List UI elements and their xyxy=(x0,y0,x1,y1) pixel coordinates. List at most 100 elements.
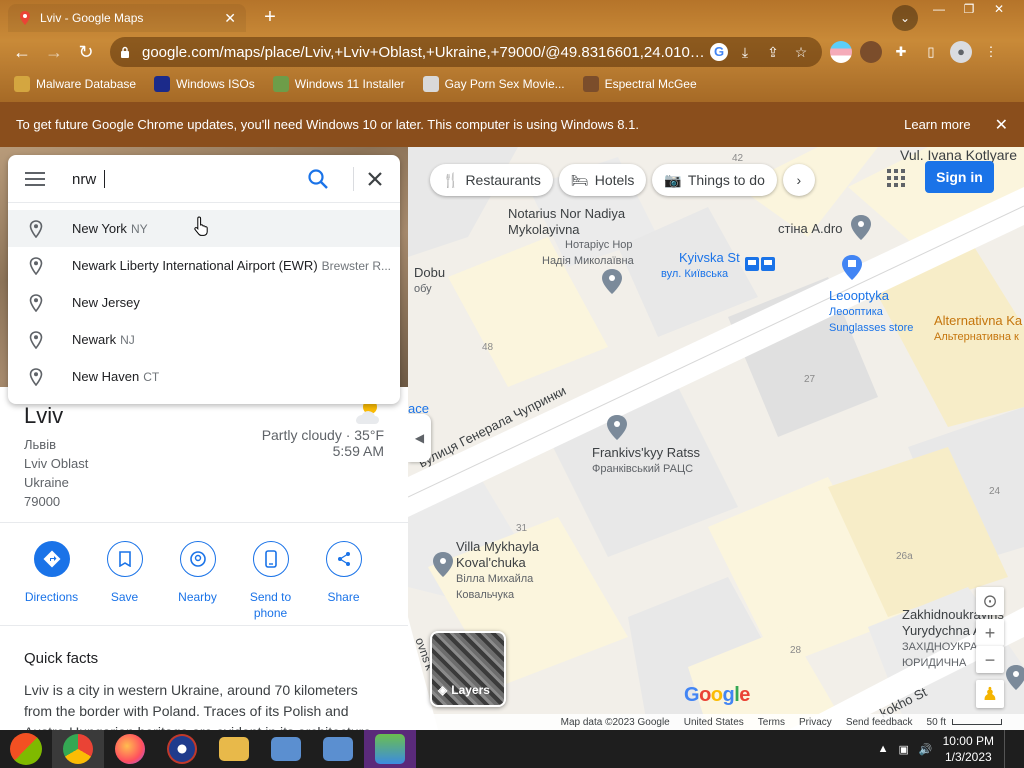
chip-restaurants[interactable]: 🍴 Restaurants xyxy=(430,164,553,196)
my-location-icon[interactable]: ⊙ xyxy=(976,587,1004,615)
volume-icon[interactable]: 🔊 xyxy=(919,743,933,756)
map-pin-notarius-icon xyxy=(602,269,622,294)
folder-icon xyxy=(219,737,249,761)
place-address: Львів Lviv Oblast Ukraine 79000 xyxy=(24,437,89,509)
zoom-out-icon[interactable]: − xyxy=(976,646,1004,673)
address-bar[interactable]: google.com/maps/place/Lviv,+Lviv+Oblast,… xyxy=(110,37,822,67)
poi-kyivska[interactable]: Kyivska St вул. Київська xyxy=(661,250,740,282)
bookmark-3[interactable]: Gay Porn Sex Movie... xyxy=(422,76,565,92)
share-button[interactable]: Share xyxy=(316,541,371,621)
fork-knife-icon: 🍴 xyxy=(442,171,460,188)
learn-more-link[interactable]: Learn more xyxy=(904,117,970,132)
google-apps-grid-icon[interactable] xyxy=(884,166,908,190)
infobar-close-icon[interactable]: ✕ xyxy=(995,115,1008,135)
extension-avatar-icon[interactable] xyxy=(860,41,882,63)
poi-dobu[interactable]: Dobu обу xyxy=(414,265,445,297)
nearby-button[interactable]: Nearby xyxy=(170,541,225,621)
forward-arrow-icon[interactable]: → xyxy=(42,40,66,64)
extension-flag-icon[interactable] xyxy=(830,41,852,63)
clear-search-icon[interactable] xyxy=(363,167,387,191)
minimize-icon[interactable]: — xyxy=(924,0,954,18)
nearby-icon xyxy=(189,551,206,567)
taskbar-app-people[interactable] xyxy=(364,730,416,768)
poi-leooptyka[interactable]: Leooptyka Леооптика Sunglasses store xyxy=(829,288,913,336)
system-clock[interactable]: 10:00 PM 1/3/2023 xyxy=(943,733,994,765)
share-page-icon[interactable]: ⇪ xyxy=(762,41,784,63)
location-pin-icon xyxy=(29,367,43,386)
bookmark-favicon-icon xyxy=(154,76,171,92)
people-icon xyxy=(375,734,405,764)
chrome-menu-icon[interactable]: ⋮ xyxy=(980,41,1002,63)
system-tray: ▲ ▣ 🔊 10:00 PM 1/3/2023 xyxy=(878,730,1010,768)
bookmarks-bar: Malware Database Windows ISOs Windows 11… xyxy=(0,72,1024,96)
search-input[interactable] xyxy=(72,167,292,191)
place-actions: Directions Save Nearby Send to phone Sha… xyxy=(24,541,371,621)
bookmark-2[interactable]: Windows 11 Installer xyxy=(272,76,405,92)
computer-icon xyxy=(323,737,353,761)
poi-alternativna[interactable]: Alternativna Ka Альтернативна к xyxy=(934,313,1022,345)
tab-search-chevron-icon[interactable]: ⌄ xyxy=(892,5,918,31)
pegman-icon[interactable]: ♟ xyxy=(976,680,1004,708)
profile-icon[interactable]: ● xyxy=(950,41,972,63)
taskbar-firefox[interactable] xyxy=(104,730,156,768)
hamburger-menu-icon[interactable] xyxy=(24,169,46,189)
show-hidden-icons-icon[interactable]: ▲ xyxy=(878,743,889,755)
search-box: New YorkNY Newark Liberty International … xyxy=(8,155,400,404)
taskbar-file-explorer[interactable] xyxy=(208,730,260,768)
zoom-in-icon[interactable]: + xyxy=(976,619,1004,646)
bookmark-1[interactable]: Windows ISOs xyxy=(154,76,255,92)
poi-stina[interactable]: стіна A.dro xyxy=(778,221,842,237)
save-button[interactable]: Save xyxy=(97,541,152,621)
restore-icon[interactable]: ❐ xyxy=(954,0,984,18)
network-icon[interactable]: ▣ xyxy=(899,743,909,756)
start-button[interactable] xyxy=(0,730,52,768)
install-app-icon[interactable]: ⤓ xyxy=(734,41,756,63)
directions-button[interactable]: Directions xyxy=(24,541,79,621)
back-arrow-icon[interactable]: ← xyxy=(10,40,34,64)
send-feedback-link[interactable]: Send feedback xyxy=(846,717,913,728)
bookmark-favicon-icon xyxy=(422,76,439,92)
taskbar-app-circle[interactable] xyxy=(156,730,208,768)
chips-next-icon[interactable]: › xyxy=(782,164,815,196)
reload-icon[interactable]: ↻ xyxy=(74,40,98,64)
suggestion-item[interactable]: Newark NJ xyxy=(8,321,400,358)
taskbar-app-computer-1[interactable] xyxy=(260,730,312,768)
quick-facts-text: Lviv is a city in western Ukraine, aroun… xyxy=(24,682,371,730)
tab-close-icon[interactable]: ✕ xyxy=(224,10,236,27)
chip-hotels[interactable]: 🛏 Hotels xyxy=(558,164,647,196)
poi-frankivskyy[interactable]: Frankivs'kyy Ratss Франківський РАЦС xyxy=(592,445,700,477)
building-number: 26a xyxy=(896,551,913,562)
poi-notarius[interactable]: Notarius Nor Nadiya Mykolayivna Нотаріус … xyxy=(508,206,634,269)
terms-link[interactable]: Terms xyxy=(758,717,785,728)
send-to-phone-button[interactable]: Send to phone xyxy=(243,541,298,621)
poi-villa[interactable]: Villa Mykhayla Koval'chuka Вілла Михайла Ко… xyxy=(456,539,539,603)
search-separator xyxy=(353,167,354,191)
windows-start-icon xyxy=(10,733,42,765)
layers-button[interactable]: ◈ Layers xyxy=(430,631,506,707)
bookmark-star-icon[interactable]: ☆ xyxy=(790,41,812,63)
show-desktop-button[interactable] xyxy=(1004,730,1010,768)
collapse-panel-icon[interactable]: ◀ xyxy=(408,414,431,462)
camera-icon: 📷 xyxy=(664,171,682,188)
google-lens-icon[interactable]: G xyxy=(710,43,728,61)
location-pin-icon xyxy=(29,293,43,312)
taskbar-chrome[interactable] xyxy=(52,730,104,768)
extensions-puzzle-icon[interactable]: ✚ xyxy=(890,41,912,63)
bookmark-4[interactable]: Espectral McGee xyxy=(582,76,697,92)
scale-label[interactable]: 50 ft xyxy=(927,717,946,728)
divider xyxy=(0,625,408,626)
taskbar-app-computer-2[interactable] xyxy=(312,730,364,768)
suggestion-item[interactable]: New Haven CT xyxy=(8,358,400,395)
suggestion-item[interactable]: Newark Liberty International Airport (EW… xyxy=(8,247,400,284)
bookmark-0[interactable]: Malware Database xyxy=(14,76,136,92)
side-panel-icon[interactable]: ▯ xyxy=(920,41,942,63)
region-link[interactable]: United States xyxy=(684,717,744,728)
window-close-icon[interactable]: ✕ xyxy=(984,0,1014,18)
browser-tab[interactable]: Lviv - Google Maps ✕ xyxy=(8,4,246,32)
privacy-link[interactable]: Privacy xyxy=(799,717,832,728)
search-icon[interactable] xyxy=(306,167,330,191)
suggestion-item[interactable]: New Jersey xyxy=(8,284,400,321)
new-tab-icon[interactable]: + xyxy=(258,6,282,30)
sign-in-button[interactable]: Sign in xyxy=(925,161,994,193)
chip-things-to-do[interactable]: 📷 Things to do xyxy=(652,164,777,196)
